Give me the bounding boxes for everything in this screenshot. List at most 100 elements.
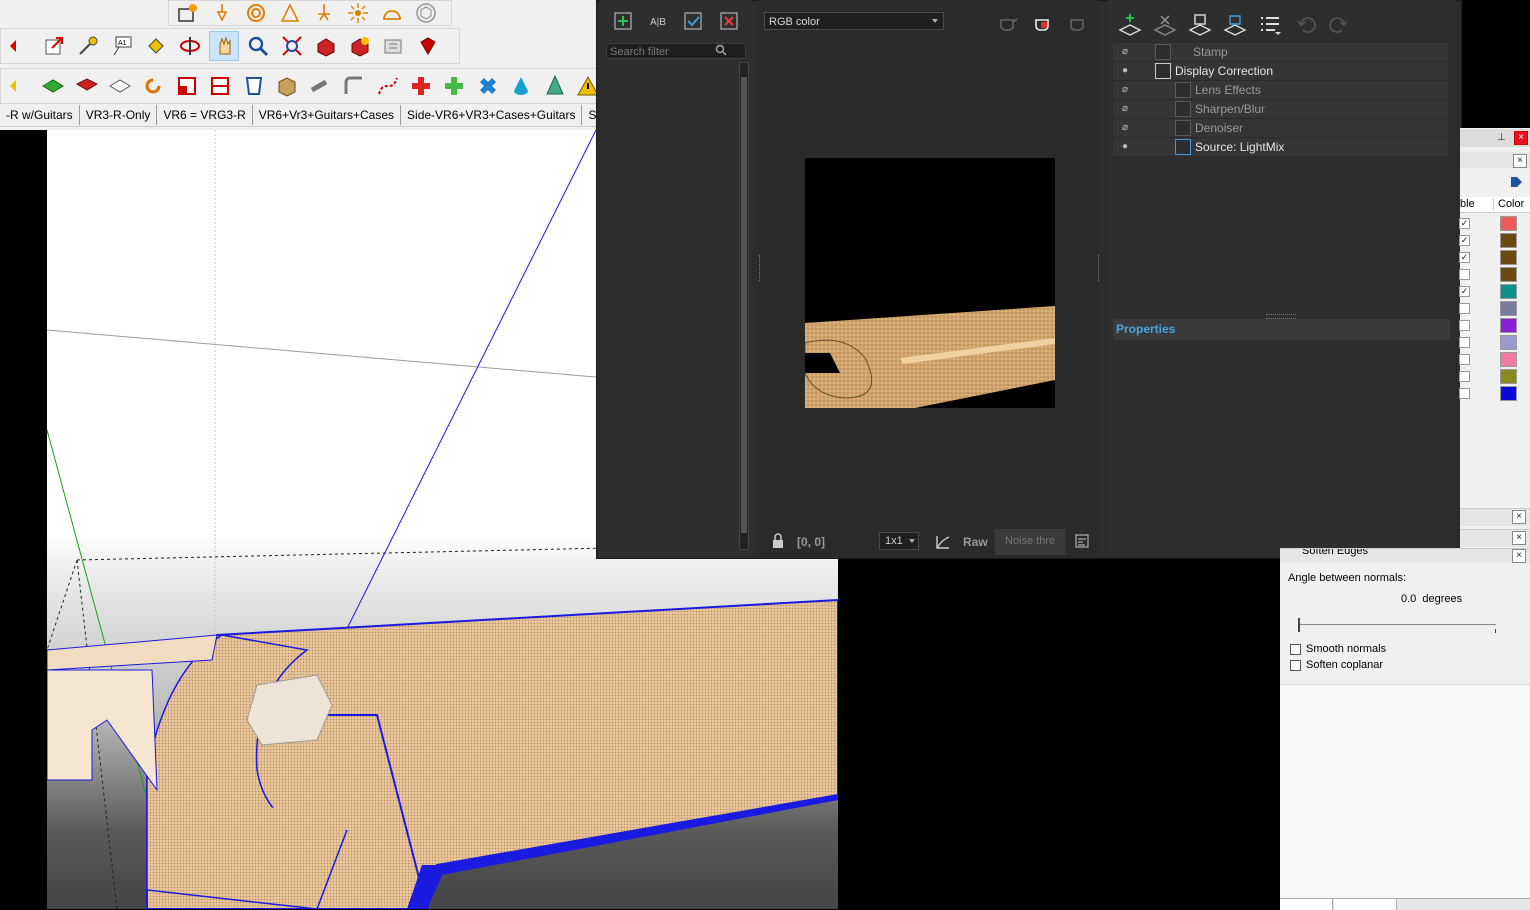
smooth-normals-checkbox[interactable] bbox=[1290, 644, 1301, 655]
splitter-grip[interactable] bbox=[1098, 255, 1102, 281]
red-plane-icon[interactable] bbox=[72, 71, 101, 101]
eye-icon[interactable]: ● bbox=[1117, 138, 1133, 156]
section-plane-icon[interactable] bbox=[206, 71, 235, 101]
history-scrollbar[interactable] bbox=[739, 62, 749, 550]
tag-visible-checkbox[interactable] bbox=[1459, 269, 1470, 280]
zoom-select[interactable]: 1x1 bbox=[879, 532, 919, 550]
tag-visible-checkbox[interactable]: ✓ bbox=[1459, 235, 1470, 246]
asset-editor-icon[interactable] bbox=[413, 31, 443, 61]
light-icon[interactable] bbox=[207, 0, 237, 28]
tag-color-swatch[interactable] bbox=[1500, 369, 1517, 384]
tag-color-swatch[interactable] bbox=[1500, 284, 1517, 299]
follow-me-icon[interactable] bbox=[339, 71, 368, 101]
render-preview[interactable] bbox=[805, 158, 1055, 408]
dome-light-icon[interactable] bbox=[377, 0, 407, 28]
pin-icon[interactable]: ⊥ bbox=[1497, 132, 1506, 143]
tag-color-swatch[interactable] bbox=[1500, 233, 1517, 248]
tag-visible-checkbox[interactable] bbox=[1459, 303, 1470, 314]
add-history-icon[interactable] bbox=[612, 10, 634, 32]
undo-icon[interactable] bbox=[1295, 12, 1317, 38]
soften-coplanar-checkbox[interactable] bbox=[1290, 660, 1301, 671]
rotate-orange-icon[interactable] bbox=[139, 71, 168, 101]
tag-color-swatch[interactable] bbox=[1500, 250, 1517, 265]
tag-color-swatch[interactable] bbox=[1500, 335, 1517, 350]
compare-ab-icon[interactable]: A|B bbox=[648, 10, 670, 32]
render-interactive-icon[interactable] bbox=[345, 31, 375, 61]
save-layers-icon[interactable] bbox=[1187, 12, 1213, 38]
box-icon[interactable] bbox=[273, 71, 302, 101]
load-layers-icon[interactable] bbox=[1222, 12, 1248, 38]
noise-threshold-field[interactable]: Noise thre bbox=[995, 529, 1065, 555]
layer-presets-icon[interactable] bbox=[1257, 12, 1283, 38]
tag-color-swatch[interactable] bbox=[1500, 216, 1517, 231]
grid-plane-icon[interactable] bbox=[105, 71, 134, 101]
render-teapot-icon[interactable] bbox=[996, 11, 1020, 33]
tag-visible-checkbox[interactable] bbox=[1459, 337, 1470, 348]
splitter-grip[interactable] bbox=[759, 255, 763, 281]
text-label-icon[interactable]: A1 bbox=[107, 31, 137, 61]
eye-hidden-icon[interactable]: ⌀ bbox=[1117, 43, 1133, 61]
tag-color-swatch[interactable] bbox=[1500, 352, 1517, 367]
arrow-red-icon[interactable] bbox=[5, 31, 35, 61]
add-layer-icon[interactable] bbox=[1117, 12, 1143, 38]
proxy-icon[interactable] bbox=[411, 0, 441, 28]
tape-measure-icon[interactable] bbox=[73, 31, 103, 61]
omni-light-icon[interactable] bbox=[343, 0, 373, 28]
slider-thumb[interactable] bbox=[1298, 618, 1300, 632]
delete-layer-icon[interactable] bbox=[1152, 12, 1178, 38]
redo-icon[interactable] bbox=[1328, 12, 1350, 38]
warehouse-icon[interactable] bbox=[173, 0, 203, 28]
col-visible-header[interactable]: ble bbox=[1460, 198, 1475, 210]
export-icon[interactable] bbox=[39, 31, 69, 61]
pan-hand-icon[interactable] bbox=[209, 31, 239, 61]
render-icon[interactable] bbox=[311, 31, 341, 61]
curve-icon[interactable] bbox=[934, 533, 952, 551]
paint-bucket-icon[interactable] bbox=[141, 31, 171, 61]
red-cross-icon[interactable] bbox=[406, 71, 435, 101]
interactive-render-icon[interactable] bbox=[1066, 11, 1090, 33]
raw-label[interactable]: Raw bbox=[963, 529, 988, 555]
stats-icon[interactable] bbox=[1074, 533, 1090, 549]
tag-visible-checkbox[interactable] bbox=[1459, 371, 1470, 382]
eye-hidden-icon[interactable]: ⌀ bbox=[1117, 119, 1133, 137]
channel-select[interactable]: RGB color bbox=[764, 12, 944, 30]
blue-x-icon[interactable] bbox=[473, 71, 502, 101]
layer-row-display-correction[interactable]: ● Display Correction bbox=[1113, 62, 1448, 81]
layer-row-source-lightmix[interactable]: ● Source: LightMix bbox=[1113, 138, 1448, 157]
lock-icon[interactable] bbox=[770, 533, 786, 549]
tag-visible-checkbox[interactable] bbox=[1459, 388, 1470, 399]
tag-visible-checkbox[interactable] bbox=[1459, 320, 1470, 331]
layer-row-sharpen-blur[interactable]: ⌀ Sharpen/Blur bbox=[1113, 100, 1448, 119]
tag-color-swatch[interactable] bbox=[1500, 267, 1517, 282]
tag-visible-checkbox[interactable] bbox=[1459, 354, 1470, 365]
tree-icon[interactable] bbox=[540, 71, 569, 101]
details-arrow-icon[interactable] bbox=[1508, 175, 1524, 189]
tray-tab[interactable] bbox=[1280, 899, 1333, 910]
layer-row-denoiser[interactable]: ⌀ Denoiser bbox=[1113, 119, 1448, 138]
tray-tab[interactable] bbox=[1334, 899, 1397, 910]
zoom-icon[interactable] bbox=[243, 31, 273, 61]
eye-icon[interactable]: ● bbox=[1117, 62, 1133, 80]
spot-light-icon[interactable] bbox=[275, 0, 305, 28]
tag-color-swatch[interactable] bbox=[1500, 301, 1517, 316]
tag-color-swatch[interactable] bbox=[1500, 386, 1517, 401]
load-history-icon[interactable] bbox=[682, 10, 704, 32]
remove-history-icon[interactable] bbox=[718, 10, 740, 32]
tag-visible-checkbox[interactable]: ✓ bbox=[1459, 286, 1470, 297]
close-icon[interactable]: × bbox=[1512, 531, 1526, 545]
col-color-header[interactable]: Color bbox=[1493, 198, 1524, 210]
ies-light-icon[interactable] bbox=[309, 0, 339, 28]
green-plane-icon[interactable] bbox=[38, 71, 67, 101]
scene-tab[interactable]: Side-VR6+VR3+Cases+Guitars bbox=[401, 105, 583, 125]
close-icon[interactable]: × bbox=[1514, 131, 1528, 145]
tag-color-swatch[interactable] bbox=[1500, 318, 1517, 333]
bezier-icon[interactable] bbox=[373, 71, 402, 101]
close-icon[interactable]: × bbox=[1512, 549, 1526, 563]
shape-yellow-icon[interactable] bbox=[5, 71, 34, 101]
stop-render-icon[interactable] bbox=[1031, 11, 1055, 33]
green-cross-icon[interactable] bbox=[440, 71, 469, 101]
tag-visible-checkbox[interactable]: ✓ bbox=[1459, 252, 1470, 263]
eye-hidden-icon[interactable]: ⌀ bbox=[1117, 100, 1133, 118]
eye-hidden-icon[interactable]: ⌀ bbox=[1117, 81, 1133, 99]
drop-icon[interactable] bbox=[507, 71, 536, 101]
